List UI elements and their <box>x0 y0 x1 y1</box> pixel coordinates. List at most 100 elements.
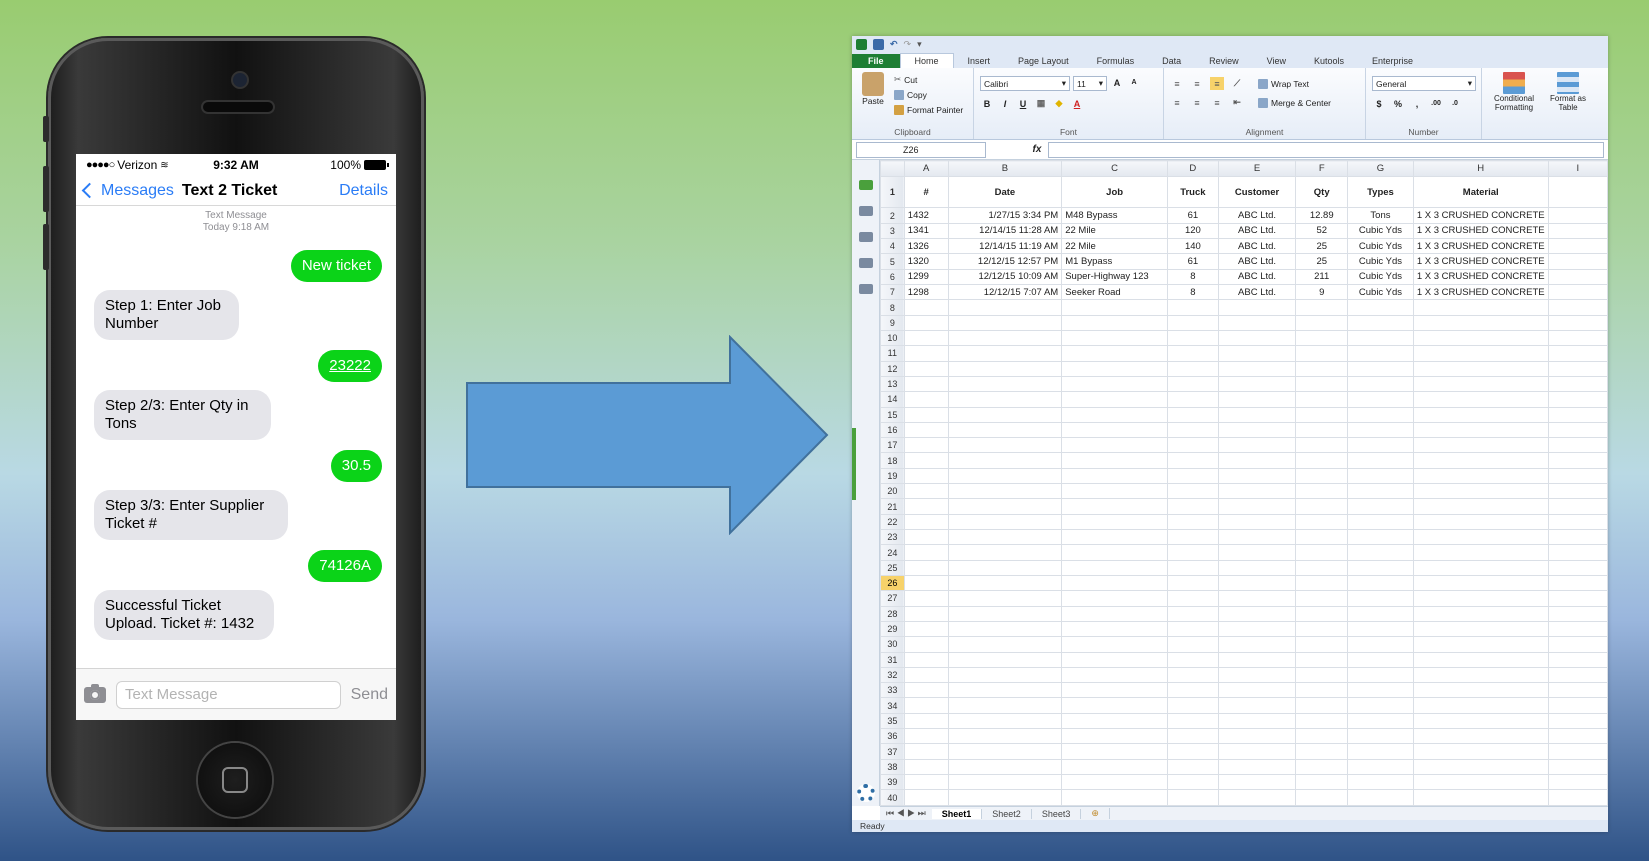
cell[interactable] <box>1547 391 1609 408</box>
cell[interactable] <box>903 314 949 331</box>
row-number[interactable]: 38 <box>879 758 905 776</box>
cell[interactable] <box>1547 452 1609 469</box>
cell[interactable] <box>1295 467 1349 485</box>
cell[interactable]: 1 X 3 CRUSHED CONCRETE <box>1412 207 1549 224</box>
cell[interactable] <box>947 498 1063 515</box>
cell[interactable] <box>947 651 1063 668</box>
cell[interactable] <box>947 421 1063 439</box>
cell[interactable] <box>1412 712 1549 730</box>
cell[interactable] <box>1412 605 1549 622</box>
cell[interactable] <box>1412 513 1549 531</box>
cell[interactable]: Cubic Yds <box>1347 222 1414 240</box>
cell[interactable] <box>1412 345 1549 362</box>
cell[interactable] <box>1347 620 1414 638</box>
cell[interactable]: Job <box>1061 175 1168 209</box>
cell[interactable] <box>1547 345 1609 362</box>
cell[interactable] <box>1347 758 1414 776</box>
cell[interactable] <box>1217 299 1297 316</box>
cell[interactable] <box>947 391 1063 408</box>
cell[interactable] <box>1061 636 1168 653</box>
message-bubble-incoming[interactable]: Step 2/3: Enter Qty in Tons <box>94 390 271 440</box>
cell[interactable] <box>947 743 1063 760</box>
cell[interactable] <box>1167 513 1219 531</box>
cell[interactable] <box>1547 743 1609 760</box>
cell[interactable] <box>1217 529 1297 546</box>
cell[interactable] <box>1347 605 1414 622</box>
cell[interactable] <box>1347 513 1414 531</box>
cell[interactable] <box>1217 758 1297 776</box>
cell[interactable] <box>1061 406 1168 423</box>
cell[interactable] <box>1412 666 1549 684</box>
cell[interactable]: 9 <box>1295 284 1349 301</box>
cell[interactable] <box>1217 697 1297 714</box>
cell[interactable] <box>1167 712 1219 730</box>
cell[interactable]: 1326 <box>903 238 949 255</box>
cell[interactable] <box>1167 437 1219 454</box>
cell[interactable] <box>1217 437 1297 454</box>
cell[interactable] <box>1547 789 1609 806</box>
cell[interactable] <box>947 467 1063 485</box>
cell[interactable] <box>1347 666 1414 684</box>
cell[interactable] <box>1167 452 1219 469</box>
cell[interactable] <box>1547 651 1609 668</box>
cell[interactable] <box>903 697 949 714</box>
format-painter-button[interactable]: Format Painter <box>894 102 963 117</box>
cell[interactable] <box>1295 360 1349 377</box>
insert-sheet-icon[interactable]: ⊕ <box>1081 808 1110 819</box>
cell[interactable] <box>1412 743 1549 760</box>
cell[interactable] <box>903 360 949 377</box>
cell[interactable] <box>1167 299 1219 316</box>
cell[interactable]: 140 <box>1167 238 1219 255</box>
cell[interactable] <box>1061 559 1168 576</box>
cell[interactable] <box>1347 728 1414 745</box>
cell[interactable] <box>1547 636 1609 653</box>
cell[interactable]: 12/12/15 10:09 AM <box>947 268 1063 286</box>
cell[interactable] <box>1167 529 1219 546</box>
column-header[interactable]: G <box>1347 160 1414 177</box>
row-number[interactable]: 36 <box>879 728 905 745</box>
row-number[interactable]: 9 <box>879 314 905 331</box>
message-bubble-incoming[interactable]: Successful Ticket Upload. Ticket #: 1432 <box>94 590 274 640</box>
column-header[interactable]: C <box>1061 160 1168 177</box>
name-box[interactable]: Z26 <box>856 141 986 158</box>
cell[interactable] <box>1167 498 1219 515</box>
cell[interactable] <box>903 498 949 515</box>
row-number[interactable]: 29 <box>879 620 905 638</box>
cell[interactable]: 22 Mile <box>1061 238 1168 255</box>
wrap-text-button[interactable]: Wrap Text <box>1258 76 1309 91</box>
cell[interactable] <box>1347 345 1414 362</box>
tab-review[interactable]: Review <box>1195 54 1253 68</box>
cell[interactable] <box>903 406 949 423</box>
row-number[interactable]: 3 <box>879 222 905 240</box>
cell[interactable] <box>1167 605 1219 622</box>
row-number[interactable]: 31 <box>879 651 905 668</box>
cell[interactable]: Cubic Yds <box>1347 284 1414 301</box>
cell[interactable] <box>903 391 949 408</box>
cell[interactable]: Date <box>947 175 1063 209</box>
cell[interactable]: ABC Ltd. <box>1217 207 1297 224</box>
cell[interactable]: 1 X 3 CRUSHED CONCRETE <box>1412 284 1549 301</box>
cell[interactable] <box>1412 620 1549 638</box>
italic-icon[interactable]: I <box>998 97 1012 110</box>
row-number[interactable]: 22 <box>879 513 905 531</box>
cell[interactable] <box>1295 437 1349 454</box>
cell[interactable]: Super-Highway 123 <box>1061 268 1168 286</box>
underline-icon[interactable]: U <box>1016 97 1030 110</box>
cell[interactable] <box>1061 758 1168 776</box>
row-number[interactable]: 30 <box>879 636 905 653</box>
tab-insert[interactable]: Insert <box>954 54 1005 68</box>
cell[interactable] <box>1061 544 1168 561</box>
cell[interactable] <box>903 375 949 393</box>
cell[interactable]: 1 X 3 CRUSHED CONCRETE <box>1412 238 1549 255</box>
cell[interactable] <box>1217 406 1297 423</box>
cell[interactable] <box>1547 175 1609 209</box>
cell[interactable] <box>1167 697 1219 714</box>
cell[interactable]: 1320 <box>903 253 949 270</box>
cell[interactable] <box>1347 498 1414 515</box>
cell[interactable] <box>1412 574 1549 592</box>
cell[interactable] <box>947 329 1063 347</box>
cell[interactable]: Cubic Yds <box>1347 238 1414 255</box>
font-color-icon[interactable]: A <box>1070 97 1084 110</box>
cell[interactable] <box>1347 789 1414 806</box>
cell[interactable] <box>1412 559 1549 576</box>
